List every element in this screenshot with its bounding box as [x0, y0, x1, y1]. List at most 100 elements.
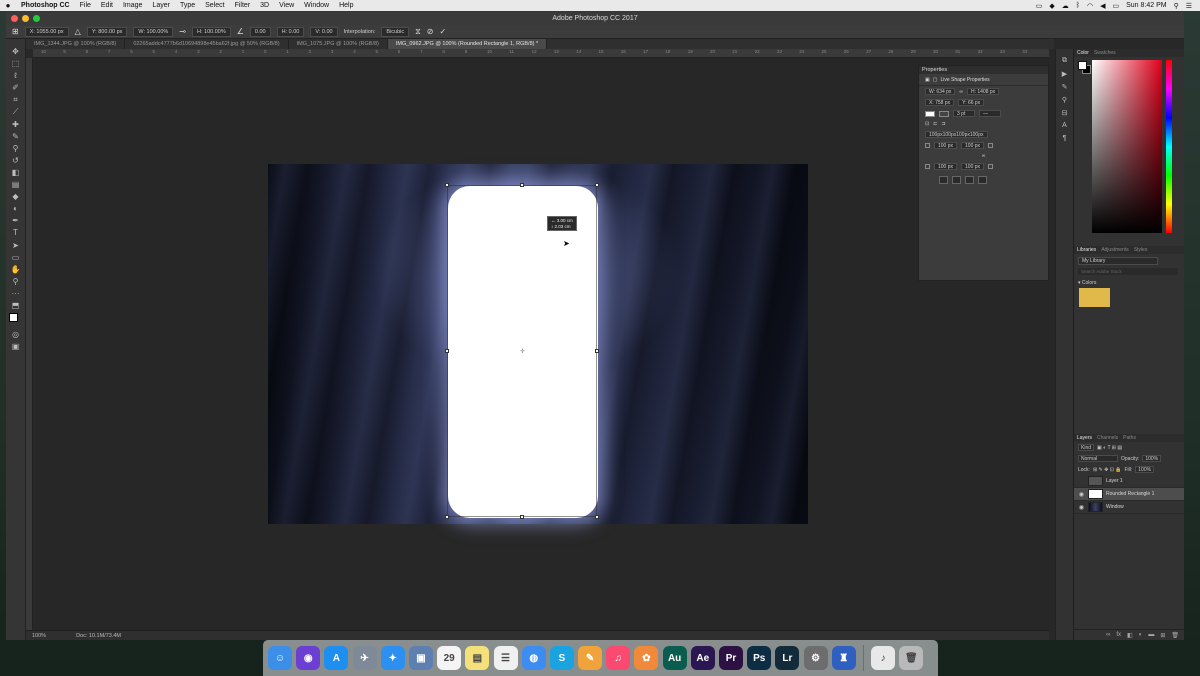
dock-app-icon[interactable]: Ps	[747, 646, 772, 670]
warp-icon[interactable]: ⧖	[415, 27, 421, 37]
exclude-shapes-button[interactable]	[978, 176, 987, 184]
fill-swatch[interactable]	[925, 110, 935, 117]
zoom-tool-icon[interactable]: ⚲	[13, 277, 19, 286]
tab-swatches[interactable]: Swatches	[1094, 50, 1116, 56]
fx-icon[interactable]: fx	[1116, 632, 1121, 638]
adjustment-layer-icon[interactable]: ◐	[1139, 632, 1143, 638]
menu-list-icon[interactable]: ☰	[1186, 2, 1192, 10]
corner-radii-field[interactable]: 100px100px100px100px	[925, 131, 988, 138]
group-icon[interactable]: ▬	[1148, 632, 1154, 638]
stroke-caps-icon[interactable]: ⊏	[933, 121, 937, 127]
dock-app-icon[interactable]: Pr	[719, 646, 743, 670]
menu-3d[interactable]: 3D	[255, 2, 274, 9]
dock-app-icon[interactable]: ⚙	[803, 646, 828, 670]
corner-bl-field[interactable]: 100 px	[934, 163, 958, 170]
history-icon[interactable]: ⧉	[1062, 57, 1067, 66]
foreground-color[interactable]	[8, 313, 18, 323]
corner-br-field[interactable]: 100 px	[961, 163, 985, 170]
tab-channels[interactable]: Channels	[1097, 435, 1118, 441]
shape-width-field[interactable]: W: 634 px	[925, 88, 956, 95]
menu-type[interactable]: Type	[175, 2, 200, 9]
default-colors-icon[interactable]: ⬒	[12, 301, 20, 310]
eraser-tool-icon[interactable]: ◧	[12, 168, 20, 177]
menu-select[interactable]: Select	[200, 2, 229, 9]
eye-icon[interactable]: ◉	[1078, 491, 1085, 498]
search-icon[interactable]: ⚲	[1174, 2, 1179, 10]
filter-icons[interactable]: ▣ ◐ T ⊞ ▤	[1097, 445, 1122, 451]
dock-app-icon[interactable]: ▣	[408, 646, 433, 670]
dock-app-icon[interactable]: ☰	[493, 646, 518, 670]
relative-position-icon[interactable]: △	[75, 27, 81, 36]
menu-window[interactable]: Window	[299, 2, 334, 9]
dock-app-icon[interactable]: ✎	[578, 646, 603, 670]
shape-x-field[interactable]: X: 758 px	[925, 99, 955, 106]
tab-color[interactable]: Color	[1077, 50, 1089, 56]
wifi-icon[interactable]: ◠	[1087, 2, 1093, 10]
more-tools-icon[interactable]: ···	[12, 289, 20, 298]
color-swatches[interactable]	[8, 313, 23, 327]
lasso-tool-icon[interactable]: ℓ	[14, 71, 17, 80]
subtract-shapes-button[interactable]	[952, 176, 961, 184]
dock-app-icon[interactable]: S	[549, 646, 574, 670]
height-field[interactable]: H: 100.00%	[191, 26, 231, 37]
shape-height-field[interactable]: H: 1408 px	[967, 88, 1000, 95]
lock-icons[interactable]: ⊞ ✎ ✥ ⊡ 🔒	[1093, 467, 1122, 473]
eye-icon[interactable]: ◉	[1078, 504, 1085, 511]
dock-app-icon[interactable]: Lr	[775, 646, 800, 670]
opacity-field[interactable]: 100%	[1142, 455, 1162, 462]
colors-group-label[interactable]: ▾ Colors	[1078, 280, 1181, 286]
clock[interactable]: Sun 8:42 PM	[1126, 2, 1166, 9]
document-image[interactable]: ✛ ↔ 3.00 cm ↕ 2.03 cm ➤	[268, 164, 808, 524]
transform-handle[interactable]	[520, 515, 524, 519]
corner-tl-field[interactable]: 100 px	[934, 142, 958, 149]
cloud-icon[interactable]: ☁	[1062, 2, 1069, 10]
transform-handle[interactable]	[445, 515, 449, 519]
display-icon[interactable]: ▭	[1036, 2, 1043, 10]
pen-tool-icon[interactable]: ✒	[12, 216, 19, 225]
dropbox-icon[interactable]: ◆	[1049, 2, 1054, 10]
brush-panel-icon[interactable]: ✎	[1062, 83, 1068, 92]
tab-libraries[interactable]: Libraries	[1077, 247, 1096, 253]
volume-icon[interactable]: ◀	[1100, 2, 1105, 10]
doc-tab[interactable]: IMG_1344.JPG @ 100% (RGB/8)	[26, 39, 126, 49]
dock-app-icon[interactable]: Au	[662, 646, 687, 670]
fill-field[interactable]: 100%	[1135, 466, 1155, 473]
path-select-tool-icon[interactable]: ➤	[12, 241, 19, 250]
hskew-field[interactable]: H: 0.00	[276, 26, 305, 37]
dock-app-icon[interactable]: 🗑	[899, 646, 924, 670]
transform-handle[interactable]	[595, 183, 599, 187]
hue-slider[interactable]	[1166, 60, 1172, 233]
stroke-type-select[interactable]: —	[979, 110, 1001, 117]
adjust-icon[interactable]: ⊟	[1062, 109, 1068, 118]
vskew-field[interactable]: V: 0.00	[310, 26, 338, 37]
x-field[interactable]: X: 1055.00 px	[24, 26, 69, 37]
dock-app-icon[interactable]: ♪	[871, 646, 896, 670]
canvas-area[interactable]: ✛ ↔ 3.00 cm ↕ 2.03 cm ➤	[33, 58, 1049, 630]
brush-tool-icon[interactable]: ✎	[12, 132, 19, 141]
move-tool-icon[interactable]: ✥	[12, 47, 19, 56]
blend-mode-select[interactable]: Normal	[1078, 455, 1118, 462]
battery-icon[interactable]: ▭	[1112, 2, 1119, 10]
tab-paths[interactable]: Paths	[1123, 435, 1136, 441]
crop-tool-icon[interactable]: ⌗	[13, 95, 18, 104]
clone-source-icon[interactable]: ⚲	[1062, 96, 1067, 105]
quick-select-tool-icon[interactable]: ✐	[12, 83, 19, 92]
zoom-button[interactable]	[33, 15, 40, 22]
app-menu[interactable]: Photoshop CC	[16, 2, 75, 9]
dock-app-icon[interactable]: A	[324, 646, 349, 670]
screen-mode-icon[interactable]: ▣	[12, 342, 20, 351]
menu-help[interactable]: Help	[334, 2, 358, 9]
menu-layer[interactable]: Layer	[147, 2, 175, 9]
dock-app-icon[interactable]: ▤	[465, 646, 490, 670]
link-icon[interactable]: ∞	[959, 89, 963, 95]
healing-tool-icon[interactable]: ✚	[12, 120, 19, 129]
shape-tool-icon[interactable]: ▭	[12, 253, 20, 262]
reference-point-icon[interactable]: ⊞	[12, 27, 19, 36]
paragraph-icon[interactable]: ¶	[1063, 135, 1067, 144]
stroke-align-icon[interactable]: ⊡	[925, 121, 929, 127]
marquee-tool-icon[interactable]: ⬚	[12, 59, 20, 68]
cancel-transform-icon[interactable]: ⊘	[427, 27, 434, 36]
y-field[interactable]: Y: 800.00 px	[86, 26, 128, 37]
eyedropper-tool-icon[interactable]: ⟋	[13, 107, 19, 116]
menu-filter[interactable]: Filter	[230, 2, 256, 9]
